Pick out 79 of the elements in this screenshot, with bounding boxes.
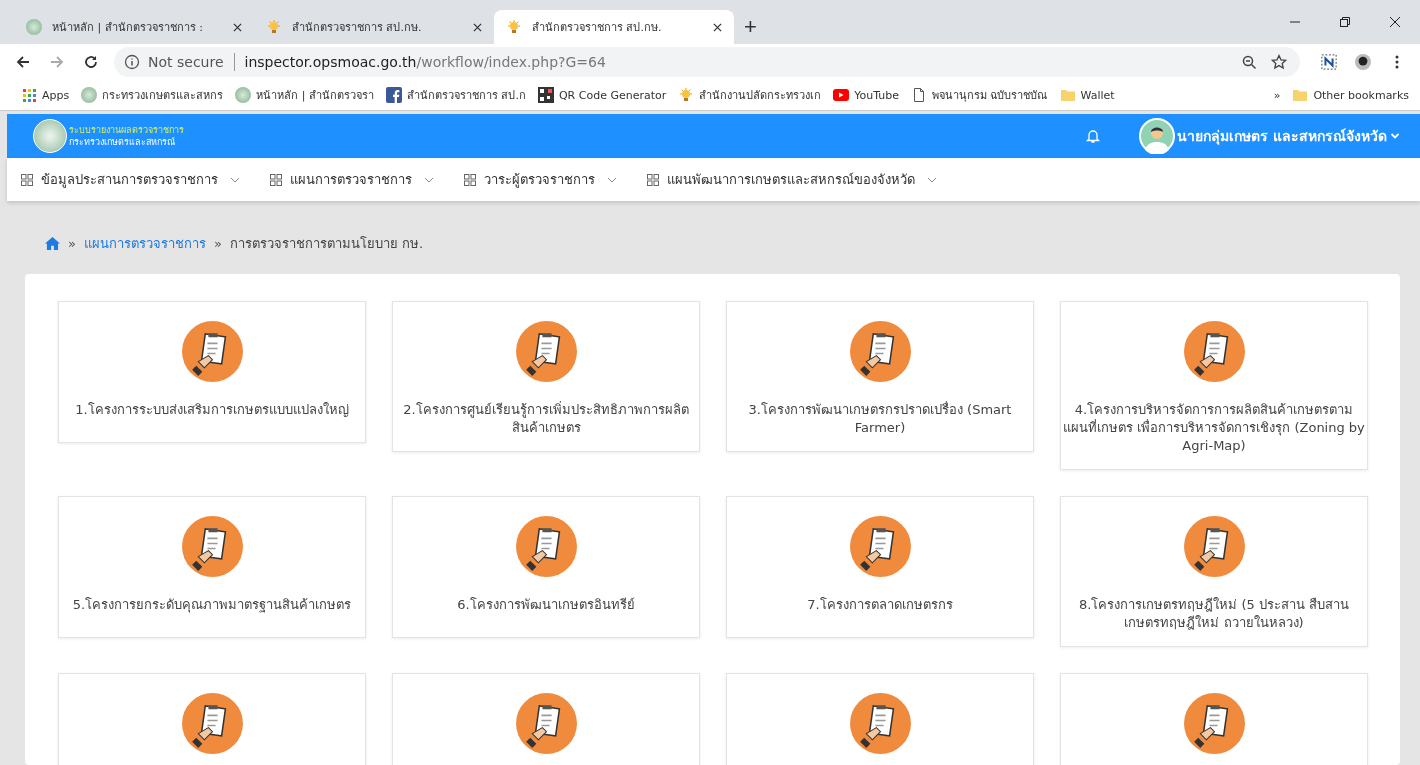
bookmark-link[interactable]: QR Code Generator <box>532 87 672 103</box>
security-label: Not secure <box>148 54 224 70</box>
close-icon[interactable] <box>1389 16 1401 28</box>
breadcrumb-current: การตรวจราชการตามนโยบาย กษ. <box>229 234 424 253</box>
clipboard-icon <box>515 693 577 754</box>
clipboard-icon <box>849 321 911 382</box>
grid-icon <box>464 173 476 186</box>
close-icon[interactable] <box>473 22 482 32</box>
clipboard-icon <box>181 693 243 754</box>
project-card[interactable]: 5.โครงการยกระดับคุณภาพมาตรฐานสินค้าเกษตร <box>58 496 366 638</box>
browser-tab[interactable]: หน้าหลัก | สำนักตรวจราชการ : <box>14 10 254 44</box>
address-bar[interactable]: Not secure inspector.opsmoac.go.th/workflow/index.php?G=64 <box>114 47 1300 77</box>
home-icon[interactable] <box>45 236 60 250</box>
info-icon <box>124 54 140 70</box>
more-bookmarks-link[interactable]: » <box>1268 88 1286 102</box>
clipboard-icon <box>1183 693 1245 754</box>
project-card[interactable]: 8.โครงการเกษตรทฤษฎีใหม่ (5 ประสาน สืบสาน เกษตรทฤษฎีใหม่ ถวายในหลวง) <box>1060 496 1368 647</box>
clipboard-icon <box>515 516 577 577</box>
nav-menu-item[interactable]: แผนพัฒนาการเกษตรและสหกรณ์ของจังหวัด <box>639 169 945 190</box>
bookmark-link[interactable]: Wallet <box>1054 87 1120 103</box>
folder-icon <box>1292 87 1309 103</box>
project-card[interactable]: 4.โครงการบริหารจัดการการผลิตสินค้าเกษตรตามแผนที่เกษตร เพื่อการบริหารจัดการเชิงรุก (Zoning by Agri-Map) <box>1060 301 1368 470</box>
project-card[interactable]: 7.โครงการตลาดเกษตรกร <box>726 496 1034 638</box>
project-title: 2.โครงการศูนย์เรียนรู้การเพิ่มประสิทธิภาพการผลิตสินค้าเกษตร <box>402 401 690 437</box>
clipboard-icon <box>849 516 911 577</box>
avatar-icon <box>1139 118 1176 154</box>
project-card[interactable]: 6.โครงการพัฒนาเกษตรอินทรีย์ <box>392 496 700 638</box>
project-title: 1.โครงการระบบส่งเสริมการเกษตรแบบแปลงใหญ่ <box>75 401 349 419</box>
clipboard-icon <box>515 321 577 382</box>
bookmark-link[interactable]: สำนักงานปลัดกระทรวงเก <box>673 86 827 104</box>
chevron-down-icon <box>1390 131 1400 141</box>
qr-code-icon <box>537 87 554 103</box>
ministry-name: กระทรวงเกษตรและสหกรณ์ <box>69 136 176 148</box>
browser-tab[interactable]: สำนักตรวจราชการ สป.กษ. <box>254 10 494 44</box>
bookmark-link[interactable]: สำนักตรวจราชการ สป.ก <box>380 86 531 104</box>
nav-menu-item[interactable]: วาระผู้ตรวจราชการ <box>456 169 625 190</box>
clipboard-icon <box>1183 516 1245 577</box>
bookmark-link[interactable]: กระทรวงเกษตรและสหกร <box>76 86 229 104</box>
bookmark-link[interactable]: YouTube <box>828 87 904 103</box>
project-card[interactable]: 1.โครงการระบบส่งเสริมการเกษตรแบบแปลงใหญ่ <box>58 301 366 443</box>
bookmark-link[interactable]: พจนานุกรม ฉบับราชบัณ <box>906 86 1053 104</box>
grid-icon <box>270 173 282 186</box>
project-title: 8.โครงการเกษตรทฤษฎีใหม่ (5 ประสาน สืบสาน เกษตรทฤษฎีใหม่ ถวายในหลวง) <box>1077 596 1351 632</box>
youtube-icon <box>833 87 850 103</box>
project-card[interactable]: 3.โครงการพัฒนาเกษตรกรปราดเปรื่อง (Smart Farmer) <box>726 301 1034 452</box>
project-title: 5.โครงการยกระดับคุณภาพมาตรฐานสินค้าเกษตร <box>72 596 352 614</box>
project-card[interactable]: 2.โครงการศูนย์เรียนรู้การเพิ่มประสิทธิภาพการผลิตสินค้าเกษตร <box>392 301 700 452</box>
close-icon[interactable] <box>233 22 242 32</box>
breadcrumb-separator: » <box>68 235 76 251</box>
project-title: 7.โครงการตลาดเกษตรกร <box>807 596 953 614</box>
project-title: 4.โครงการบริหารจัดการการผลิตสินค้าเกษตรตามแผนที่เกษตร เพื่อการบริหารจัดการเชิงรุก (Zoning by Agri-Map) <box>1063 401 1365 455</box>
clipboard-icon <box>181 321 243 382</box>
facebook-icon <box>385 87 402 103</box>
restore-icon[interactable] <box>1339 16 1351 28</box>
grid-icon <box>21 173 33 186</box>
clipboard-icon <box>1183 321 1245 382</box>
grid-icon <box>647 173 659 186</box>
folder-icon <box>1059 87 1076 103</box>
new-tab-button[interactable]: + <box>740 14 761 40</box>
lightbulb-icon <box>678 87 695 103</box>
lightbulb-icon <box>266 19 282 35</box>
clipboard-icon <box>181 516 243 577</box>
lightbulb-icon <box>506 19 522 35</box>
page-icon <box>911 87 927 103</box>
nav-menu-item[interactable]: แผนการตรวจราชการ <box>262 169 442 190</box>
bell-icon[interactable] <box>1085 128 1102 144</box>
bookmark-link[interactable]: หน้าหลัก | สำนักตรวจรา <box>230 86 379 104</box>
bookmark-link[interactable]: Apps <box>16 87 75 103</box>
bookmark-link[interactable]: Other bookmarks <box>1287 87 1414 103</box>
nav-menu-item[interactable]: ข้อมูลประสานการตรวจราชการ <box>13 169 248 190</box>
project-title: 3.โครงการพัฒนาเกษตรกรปราดเปรื่อง (Smart Farmer) <box>747 401 1013 437</box>
apps-grid-icon <box>21 87 37 103</box>
clipboard-icon <box>849 693 911 754</box>
project-title: 6.โครงการพัฒนาเกษตรอินทรีย์ <box>457 596 635 614</box>
system-name: ระบบรายงานผลตรวจราชการ <box>69 124 184 136</box>
browser-tab[interactable]: สำนักตรวจราชการ สป.กษ. <box>494 10 734 44</box>
close-icon[interactable] <box>713 22 722 32</box>
url-text: inspector.opsmoac.go.th/workflow/index.php?G=64 <box>244 54 606 70</box>
breadcrumb-separator: » <box>213 235 222 251</box>
